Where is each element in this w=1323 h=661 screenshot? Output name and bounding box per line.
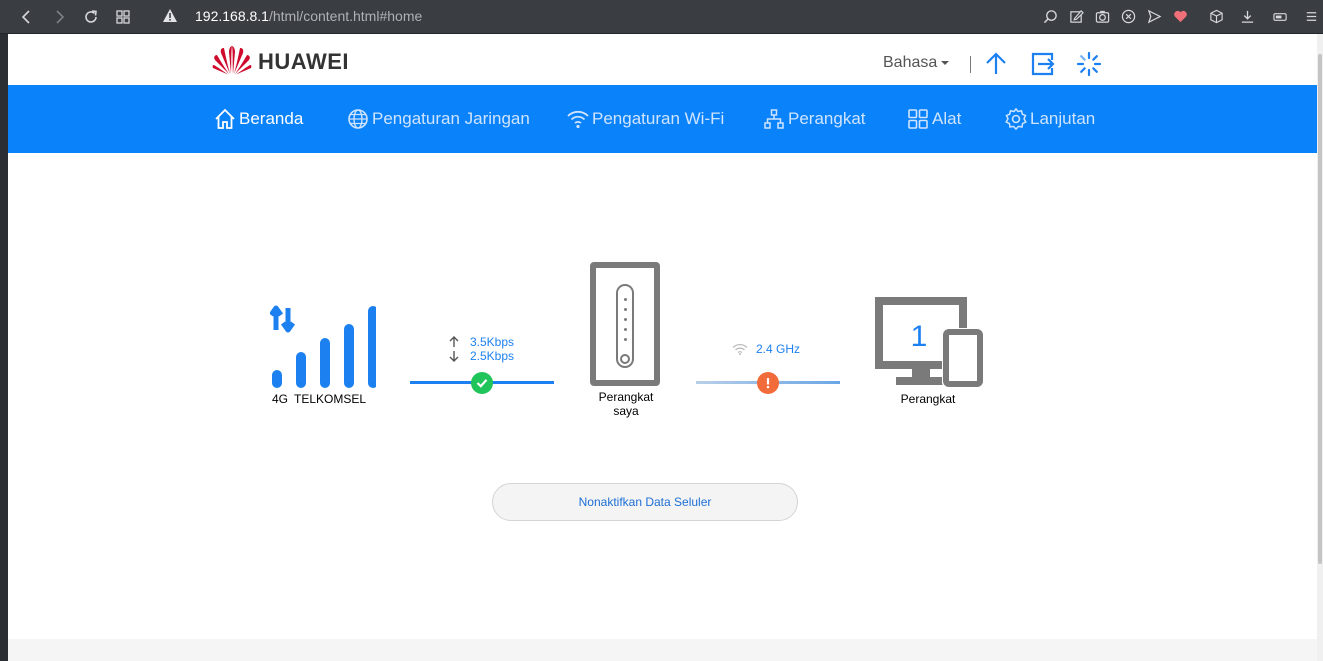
- send-icon[interactable]: [1145, 7, 1163, 25]
- home-icon: [215, 108, 235, 129]
- caret-down-icon: [941, 60, 950, 65]
- warning-icon[interactable]: [162, 8, 178, 24]
- operator-name: TELKOMSEL: [294, 392, 367, 406]
- device-count: 1: [910, 320, 928, 353]
- grid-icon: [908, 109, 928, 129]
- nav-home[interactable]: Beranda: [213, 107, 303, 131]
- browser-toolbar: 192.168.8.1/html/content.html#home: [0, 0, 1323, 34]
- router-device-icon[interactable]: [590, 262, 660, 386]
- page-header: HUAWEI Bahasa: [8, 34, 1317, 85]
- language-dropdown[interactable]: Bahasa: [883, 54, 950, 72]
- tabs-grid-button[interactable]: [112, 6, 134, 28]
- brand-name: HUAWEI: [258, 49, 349, 74]
- nav-devices[interactable]: Perangkat: [762, 107, 866, 131]
- loading-spinner-icon[interactable]: [1076, 51, 1102, 77]
- back-button[interactable]: [16, 6, 38, 28]
- chevron-right-icon: [56, 10, 65, 24]
- gear-icon: [1005, 107, 1027, 131]
- download-speed: 2.5Kbps: [470, 349, 515, 363]
- upgrade-arrow-icon[interactable]: [983, 51, 1009, 77]
- devices-label: Perangkat: [900, 392, 956, 406]
- nav-label: Alat: [932, 109, 962, 128]
- nav-label: Pengaturan Wi-Fi: [592, 109, 725, 128]
- traffic-speeds: 3.5Kbps 2.5Kbps: [448, 335, 514, 363]
- header-divider: [970, 56, 971, 73]
- wifi-icon: [732, 343, 748, 355]
- page-scrollbar[interactable]: [1317, 34, 1323, 661]
- arrow-down-icon: [449, 351, 459, 362]
- huawei-logo[interactable]: HUAWEI: [212, 45, 352, 75]
- router-label: Perangkat saya: [576, 390, 676, 418]
- grid-icon: [116, 10, 130, 24]
- arrow-up-icon: [449, 336, 459, 347]
- battery-icon[interactable]: [1271, 7, 1289, 25]
- nav-label: Pengaturan Jaringan: [372, 109, 530, 128]
- download-icon[interactable]: [1238, 7, 1256, 25]
- logout-icon[interactable]: [1030, 51, 1056, 77]
- router-label-line: saya: [613, 404, 639, 418]
- signal-strength-icon: [270, 305, 376, 388]
- forward-button[interactable]: [48, 6, 70, 28]
- edit-icon[interactable]: [1067, 7, 1085, 25]
- network-type: 4G: [272, 392, 289, 406]
- heart-icon[interactable]: [1171, 7, 1189, 25]
- reload-button[interactable]: [80, 6, 102, 28]
- warning-exclamation-icon[interactable]: [757, 372, 779, 394]
- close-circle-icon[interactable]: [1119, 7, 1137, 25]
- network-icon: [764, 109, 784, 129]
- cube-icon[interactable]: [1207, 7, 1225, 25]
- main-nav: Beranda Pengaturan Jaringan Pengaturan W…: [8, 85, 1317, 153]
- camera-icon[interactable]: [1093, 7, 1111, 25]
- scrollbar-thumb[interactable]: [1318, 54, 1322, 564]
- network-label: 4G TELKOMSEL: [272, 392, 366, 406]
- nav-label: Beranda: [239, 109, 304, 128]
- menu-icon[interactable]: [1302, 7, 1320, 25]
- router-web-page: HUAWEI Bahasa Beranda Pengaturan Jaringa…: [8, 34, 1317, 661]
- wifi-band-label: 2.4 GHz: [756, 342, 801, 356]
- page-footer: [8, 639, 1317, 661]
- disable-mobile-data-button[interactable]: Nonaktifkan Data Seluler: [492, 483, 798, 521]
- huawei-petal-icon: [212, 46, 252, 75]
- nav-label: Lanjutan: [1030, 109, 1096, 128]
- router-label-line: Perangkat: [598, 390, 654, 404]
- address-bar[interactable]: 192.168.8.1/html/content.html#home: [195, 7, 422, 25]
- chevron-left-icon: [21, 10, 30, 24]
- url-host: 192.168.8.1: [195, 8, 269, 24]
- nav-tools[interactable]: Alat: [906, 107, 961, 131]
- wifi-band-indicator: 2.4 GHz: [732, 342, 800, 356]
- wifi-icon: [567, 110, 589, 129]
- nav-advanced[interactable]: Lanjutan: [1004, 107, 1095, 131]
- zoom-icon[interactable]: [1041, 7, 1059, 25]
- reload-icon: [85, 10, 97, 23]
- nav-label: Perangkat: [788, 109, 866, 128]
- connected-check-icon: [471, 372, 493, 394]
- upload-speed: 3.5Kbps: [470, 335, 515, 349]
- nav-network-settings[interactable]: Pengaturan Jaringan: [346, 107, 530, 131]
- nav-wifi-settings[interactable]: Pengaturan Wi-Fi: [566, 107, 724, 131]
- language-label: Bahasa: [883, 54, 938, 71]
- globe-icon: [348, 109, 368, 129]
- url-path: /html/content.html#home: [268, 8, 423, 24]
